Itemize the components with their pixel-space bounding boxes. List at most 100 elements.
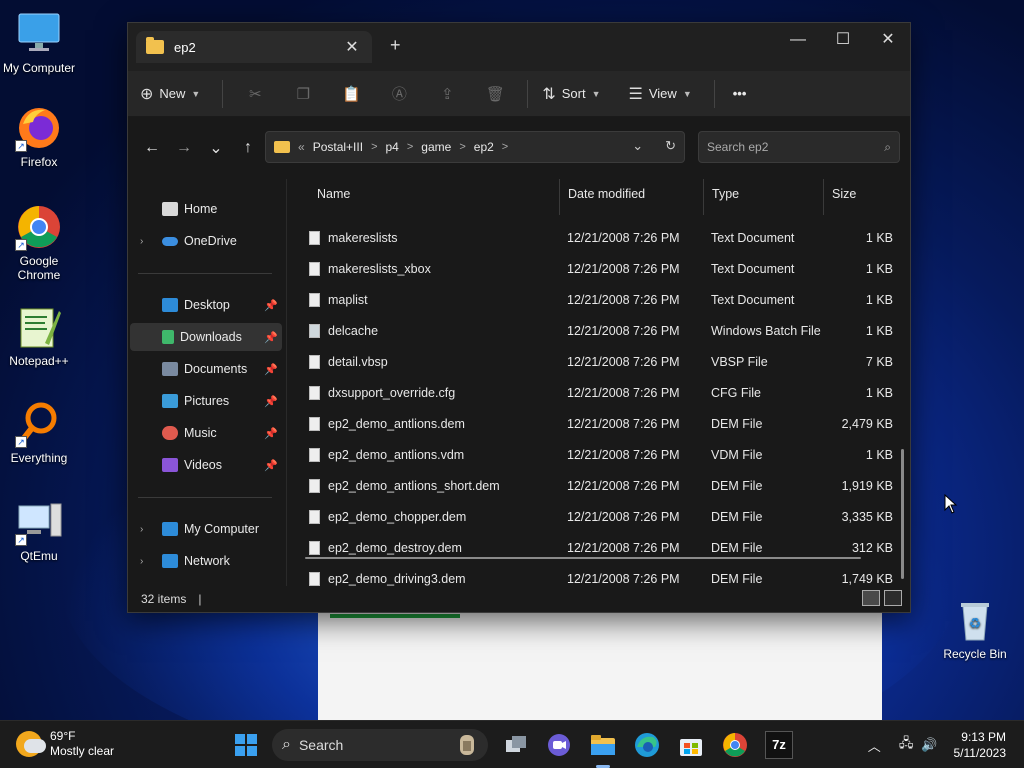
file-row[interactable]: makereslists 12/21/2008 7:26 PM Text Docum… <box>287 223 907 254</box>
up-button[interactable]: ↑ <box>232 139 264 157</box>
store-icon[interactable] <box>677 731 705 759</box>
file-date: 12/21/2008 7:26 PM <box>567 448 680 462</box>
minimize-button[interactable]: — <box>775 27 821 55</box>
chat-icon[interactable] <box>545 731 573 759</box>
network-status-icon[interactable]: 🖧 <box>899 734 914 756</box>
overflow-crumbs[interactable]: « <box>298 140 305 154</box>
sidebar-item-documents[interactable]: Documents 📌 <box>130 355 282 383</box>
search-input[interactable]: Search ep2 ⌕ <box>698 131 900 163</box>
pin-icon: 📌 <box>264 427 278 440</box>
address-dropdown-icon[interactable]: ⌄ <box>632 138 643 154</box>
desktop-icon-chrome[interactable]: ↗ Google Chrome <box>1 203 77 282</box>
copy-icon[interactable]: ❐ <box>279 85 327 103</box>
more-options-button[interactable]: ••• <box>733 86 747 101</box>
sidebar-item-network[interactable]: › Network <box>130 547 282 575</box>
file-icon <box>309 355 320 369</box>
file-date: 12/21/2008 7:26 PM <box>567 355 680 369</box>
horizontal-scrollbar[interactable] <box>305 557 861 559</box>
desktop-icon-notepadpp[interactable]: Notepad++ <box>1 303 77 368</box>
task-view-icon[interactable] <box>502 731 530 759</box>
file-size: 2,479 KB <box>841 417 893 431</box>
maximize-button[interactable]: ☐ <box>820 27 866 55</box>
start-icon[interactable] <box>232 731 260 759</box>
desktop-icon-firefox[interactable]: ↗ Firefox <box>1 104 77 169</box>
cut-icon[interactable]: ✂ <box>231 85 279 103</box>
file-explorer-icon[interactable] <box>589 731 617 759</box>
sidebar-item-downloads[interactable]: Downloads 📌 <box>130 323 282 351</box>
tiles-view-button[interactable] <box>884 590 902 606</box>
details-view-button[interactable] <box>862 590 880 606</box>
file-row[interactable]: makereslists_xbox 12/21/2008 7:26 PM Text … <box>287 254 907 285</box>
refresh-icon[interactable]: ↻ <box>665 138 676 154</box>
vertical-scrollbar[interactable] <box>901 449 904 579</box>
column-header-date[interactable]: Date modified <box>559 179 645 215</box>
new-button[interactable]: ⊕ New ▼ <box>140 84 200 104</box>
pictures-icon <box>162 394 178 408</box>
file-row[interactable]: ep2_demo_chopper.dem 12/21/2008 7:26 PM DE… <box>287 502 907 533</box>
file-row[interactable]: delcache 12/21/2008 7:26 PM Windows Batch … <box>287 316 907 347</box>
sidebar-item-desktop[interactable]: Desktop 📌 <box>130 291 282 319</box>
breadcrumb-game[interactable]: game <box>421 140 451 154</box>
file-row[interactable]: ep2_demo_antlions.dem 12/21/2008 7:26 PM D… <box>287 409 907 440</box>
breadcrumb-ep2[interactable]: ep2 <box>474 140 494 154</box>
7zip-icon[interactable]: 7z <box>765 731 793 759</box>
chrome-icon[interactable] <box>721 731 749 759</box>
network-icon <box>162 554 178 568</box>
share-icon[interactable]: ⇪ <box>423 85 471 103</box>
sidebar-item-pictures[interactable]: Pictures 📌 <box>130 387 282 415</box>
sort-button[interactable]: ⇅ Sort ▼ <box>542 84 600 104</box>
file-icon <box>309 417 320 431</box>
view-button[interactable]: ☰ View ▼ <box>629 84 692 104</box>
forward-button[interactable]: → <box>168 139 200 157</box>
desktop-icon-my-computer[interactable]: My Computer <box>1 10 77 75</box>
sidebar-item-label: Desktop <box>184 298 230 312</box>
expand-chevron-icon[interactable]: › <box>140 556 156 567</box>
file-row[interactable]: ep2_demo_destroy.dem 12/21/2008 7:26 PM DE… <box>287 533 907 564</box>
desktop-icon <box>162 298 178 312</box>
file-type: VBSP File <box>711 355 768 369</box>
file-type: DEM File <box>711 510 763 524</box>
clock[interactable]: 9:13 PM 5/11/2023 <box>954 729 1007 761</box>
desktop-icon-recycle-bin[interactable]: ♻ Recycle Bin <box>937 596 1013 661</box>
sidebar-item-label: Home <box>184 202 218 216</box>
desktop-icon-everything[interactable]: ↗ Everything <box>1 400 77 465</box>
column-header-name[interactable]: Name <box>309 179 350 215</box>
sidebar-item-videos[interactable]: Videos 📌 <box>130 451 282 479</box>
expand-chevron-icon[interactable]: › <box>140 236 156 247</box>
address-bar[interactable]: « Postal+III > p4 > game > ep2 > ⌄ ↻ <box>265 131 685 163</box>
file-row[interactable]: maplist 12/21/2008 7:26 PM Text Document 1 … <box>287 285 907 316</box>
file-name: delcache <box>328 324 379 338</box>
desktop-icon-qtemu[interactable]: ↗ QtEmu <box>1 498 77 563</box>
sidebar-item-my-computer[interactable]: › My Computer <box>130 515 282 543</box>
close-button[interactable]: ✕ <box>865 27 911 55</box>
recent-locations-button[interactable]: ⌄ <box>200 138 232 158</box>
tab-close-button[interactable]: ✕ <box>342 37 362 57</box>
taskbar-search[interactable]: ⌕ Search <box>272 729 488 761</box>
file-row[interactable]: detail.vbsp 12/21/2008 7:26 PM VBSP File 7 … <box>287 347 907 378</box>
breadcrumb-p4[interactable]: p4 <box>386 140 399 154</box>
show-hidden-icons-button[interactable]: ︿ <box>868 736 881 755</box>
tab-ep2[interactable]: ep2 ✕ <box>136 31 372 63</box>
edge-icon[interactable] <box>633 731 661 759</box>
column-header-size[interactable]: Size <box>823 179 856 215</box>
file-row[interactable]: ep2_demo_antlions.vdm 12/21/2008 7:26 PM V… <box>287 440 907 471</box>
back-button[interactable]: ← <box>136 139 168 157</box>
file-date: 12/21/2008 7:26 PM <box>567 231 680 245</box>
pin-icon: 📌 <box>264 459 278 472</box>
sidebar-item-music[interactable]: Music 📌 <box>130 419 282 447</box>
new-tab-button[interactable]: + <box>390 35 401 56</box>
file-row[interactable]: dxsupport_override.cfg 12/21/2008 7:26 PM… <box>287 378 907 409</box>
breadcrumb-postal-iii[interactable]: Postal+III <box>313 140 363 154</box>
column-header-type[interactable]: Type <box>703 179 739 215</box>
volume-icon[interactable]: 🔊 <box>921 737 937 753</box>
rename-icon[interactable]: Ⓐ <box>375 83 423 104</box>
notepadpp-icon <box>15 303 63 351</box>
weather-widget[interactable]: 69°F Mostly clear <box>16 729 114 759</box>
paste-icon[interactable]: 📋 <box>327 85 375 103</box>
file-row[interactable]: ep2_demo_antlions_short.dem 12/21/2008 7:… <box>287 471 907 502</box>
delete-icon[interactable]: 🗑 <box>471 85 519 103</box>
expand-chevron-icon[interactable]: › <box>140 524 156 535</box>
sidebar-item-onedrive[interactable]: › OneDrive <box>130 227 282 255</box>
sidebar-item-home[interactable]: Home <box>130 195 282 223</box>
desktop-icon-label: Notepad++ <box>9 354 69 368</box>
